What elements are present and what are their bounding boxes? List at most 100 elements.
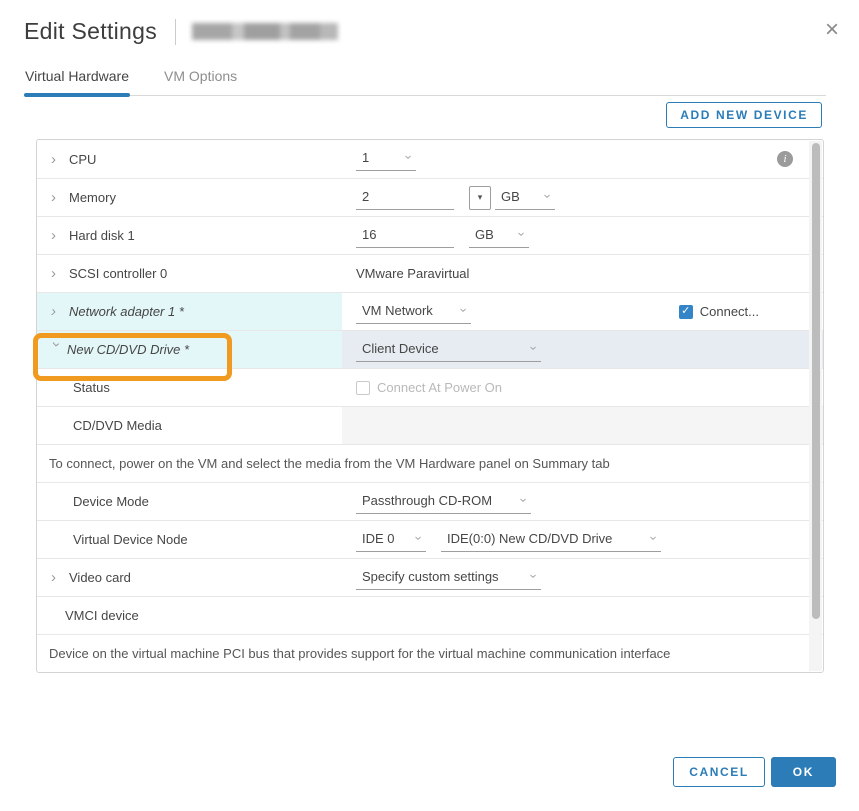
ok-button[interactable]: OK [771, 757, 836, 787]
chevron-down-icon: › [403, 155, 413, 159]
chevron-down-icon: › [413, 536, 423, 540]
scsi-value-cell: VMware Paravirtual [342, 255, 823, 292]
memory-size-input[interactable] [356, 186, 454, 210]
video-card-select[interactable]: Specify custom settings › [356, 566, 541, 590]
hard-disk-value-cell: GB › [342, 217, 823, 254]
cd-dvd-device-value: Client Device [362, 341, 439, 356]
memory-label: Memory [69, 190, 116, 205]
memory-unit-select[interactable]: GB › [495, 186, 555, 210]
ide-node-select[interactable]: IDE(0:0) New CD/DVD Drive › [441, 528, 661, 552]
chevron-right-icon[interactable]: › [51, 228, 69, 243]
cd-dvd-label-cell: › New CD/DVD Drive * [37, 331, 342, 368]
cd-dvd-media-value-cell [342, 407, 823, 444]
table-row-cpu[interactable]: › CPU 1 › i [37, 140, 823, 178]
memory-stepper[interactable]: ▾ [469, 186, 491, 210]
chevron-right-icon[interactable]: › [51, 304, 69, 319]
cd-dvd-media-label-cell: CD/DVD Media [37, 407, 342, 444]
ide-node-value: IDE(0:0) New CD/DVD Drive [447, 531, 612, 546]
stepper-caret-icon: ▾ [478, 192, 483, 203]
scsi-label: SCSI controller 0 [69, 266, 167, 281]
chevron-down-icon: › [518, 498, 528, 502]
scrollbar-thumb[interactable] [812, 143, 820, 619]
title-divider [175, 19, 176, 45]
footer-actions: CANCEL OK [673, 757, 836, 787]
cpu-label-cell: › CPU [37, 140, 342, 178]
cancel-button[interactable]: CANCEL [673, 757, 765, 787]
ide-controller-select[interactable]: IDE 0 › [356, 528, 426, 552]
ide-controller-value: IDE 0 [362, 531, 395, 546]
hard-disk-label: Hard disk 1 [69, 228, 135, 243]
video-card-label: Video card [69, 570, 131, 585]
cpu-count-select[interactable]: 1 › [356, 147, 416, 171]
hard-disk-unit-select[interactable]: GB › [469, 224, 529, 248]
chevron-down-icon: › [648, 536, 658, 540]
virtual-device-node-value-cell: IDE 0 › IDE(0:0) New CD/DVD Drive › [342, 521, 823, 558]
virtual-device-node-label-cell: Virtual Device Node [37, 521, 342, 558]
connect-checkbox-group: ✓ Connect... [679, 304, 759, 319]
table-row-cd-dvd-drive[interactable]: › New CD/DVD Drive * Client Device › [37, 330, 823, 368]
device-mode-value-cell: Passthrough CD-ROM › [342, 483, 823, 520]
memory-unit-value: GB [501, 189, 520, 204]
info-icon[interactable]: i [777, 151, 793, 167]
device-mode-label: Device Mode [73, 494, 149, 509]
vmci-description-row: Device on the virtual machine PCI bus th… [37, 634, 823, 672]
table-row-hard-disk[interactable]: › Hard disk 1 GB › [37, 216, 823, 254]
tab-bar: Virtual Hardware VM Options [24, 64, 826, 96]
cd-dvd-label: New CD/DVD Drive * [67, 342, 189, 357]
add-new-device-button[interactable]: ADD NEW DEVICE [666, 102, 822, 128]
device-mode-value: Passthrough CD-ROM [362, 493, 492, 508]
network-adapter-value-cell: VM Network › ✓ Connect... [342, 293, 823, 330]
tab-vm-options[interactable]: VM Options [163, 64, 238, 95]
chevron-down-icon: › [528, 574, 538, 578]
cpu-count-value: 1 [362, 150, 369, 165]
cpu-value-cell: 1 › i [342, 140, 823, 178]
virtual-hardware-table: › CPU 1 › i › Memory ▾ GB › [36, 139, 824, 673]
table-row-network-adapter[interactable]: › Network adapter 1 * VM Network › ✓ Con… [37, 292, 823, 330]
table-row-memory[interactable]: › Memory ▾ GB › [37, 178, 823, 216]
connect-at-power-on-label: Connect At Power On [377, 380, 502, 395]
chevron-down-icon: › [542, 194, 552, 198]
vmci-value-cell [342, 597, 823, 634]
vm-name-redacted [192, 23, 338, 40]
scsi-label-cell: › SCSI controller 0 [37, 255, 342, 292]
table-row-cd-dvd-media[interactable]: CD/DVD Media [37, 406, 823, 444]
status-label: Status [73, 380, 110, 395]
hard-disk-size-input[interactable] [356, 224, 454, 248]
table-row-scsi-controller[interactable]: › SCSI controller 0 VMware Paravirtual [37, 254, 823, 292]
network-adapter-label: Network adapter 1 * [69, 304, 184, 319]
status-value-cell: Connect At Power On [342, 369, 823, 406]
cpu-label: CPU [69, 152, 96, 167]
connect-checkbox[interactable]: ✓ [679, 305, 693, 319]
table-row-vmci-device[interactable]: VMCI device [37, 596, 823, 634]
status-label-cell: Status [37, 369, 342, 406]
cd-dvd-device-select[interactable]: Client Device › [356, 338, 541, 362]
close-icon[interactable]: × [825, 18, 839, 42]
chevron-right-icon[interactable]: › [51, 570, 69, 585]
page-title: Edit Settings [24, 18, 157, 45]
hard-disk-unit-value: GB [475, 227, 494, 242]
chevron-right-icon[interactable]: › [51, 152, 69, 167]
chevron-down-icon: › [458, 308, 468, 312]
network-adapter-label-cell: › Network adapter 1 * [37, 293, 342, 330]
video-card-label-cell: › Video card [37, 559, 342, 596]
chevron-right-icon[interactable]: › [51, 266, 69, 281]
chevron-right-icon[interactable]: › [51, 190, 69, 205]
video-card-value-cell: Specify custom settings › [342, 559, 823, 596]
table-row-virtual-device-node[interactable]: Virtual Device Node IDE 0 › IDE(0:0) New… [37, 520, 823, 558]
tab-virtual-hardware[interactable]: Virtual Hardware [24, 64, 130, 95]
scsi-value: VMware Paravirtual [356, 266, 469, 281]
network-select[interactable]: VM Network › [356, 300, 471, 324]
connect-checkbox-label: Connect... [700, 304, 759, 319]
connect-note-text: To connect, power on the VM and select t… [49, 456, 610, 471]
device-mode-select[interactable]: Passthrough CD-ROM › [356, 490, 531, 514]
table-row-device-mode[interactable]: Device Mode Passthrough CD-ROM › [37, 482, 823, 520]
dialog-header: Edit Settings [24, 18, 338, 45]
table-row-status[interactable]: Status Connect At Power On [37, 368, 823, 406]
scrollbar-track[interactable] [809, 141, 822, 671]
check-icon: ✓ [681, 306, 690, 317]
connect-at-power-on-checkbox [356, 381, 370, 395]
device-mode-label-cell: Device Mode [37, 483, 342, 520]
chevron-expanded-icon[interactable]: › [49, 342, 64, 357]
connect-note-row: To connect, power on the VM and select t… [37, 444, 823, 482]
table-row-video-card[interactable]: › Video card Specify custom settings › [37, 558, 823, 596]
